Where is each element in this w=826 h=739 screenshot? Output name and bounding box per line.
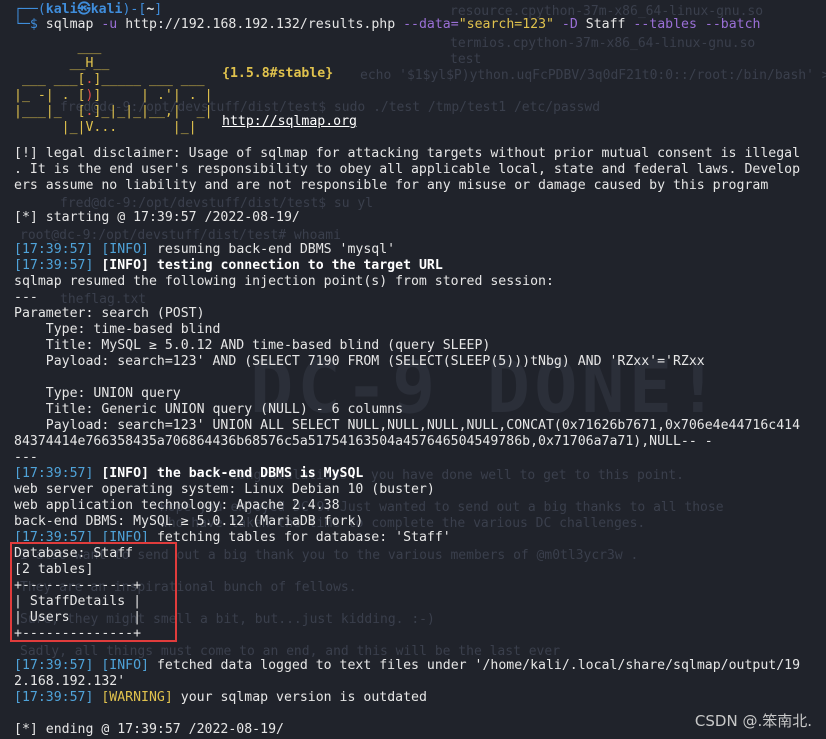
- output-line: Parameter: search (POST): [14, 306, 205, 321]
- log-time: [17:39:57]: [14, 466, 94, 481]
- cmd-url: http://192.168.192.132/results.php: [125, 17, 396, 32]
- log-line: [17:39:57] [WARNING] your sqlmap version…: [14, 690, 427, 706]
- log-line: [17:39:57] [INFO] resuming back-end DBMS…: [14, 242, 395, 258]
- ghost-line: fred@dc-9:/opt/devstuff/dist/test$ su yl: [60, 196, 374, 211]
- cmd-flag-D: -D: [561, 17, 578, 32]
- log-time: [17:39:57]: [14, 242, 94, 257]
- log-tag: [INFO]: [101, 242, 149, 257]
- log-tag: [INFO]: [101, 466, 149, 481]
- log-tag: [INFO]: [101, 658, 149, 673]
- cmd-flag-data: --data=: [403, 17, 459, 32]
- ghost-line: test: [450, 52, 482, 67]
- sqlmap-url-link[interactable]: http://sqlmap.org: [222, 114, 357, 129]
- log-message: fetched data logged to text files under …: [149, 658, 801, 673]
- output-line: Title: MySQL ≥ 5.0.12 AND time-based bli…: [14, 338, 491, 353]
- cmd-bin: sqlmap: [45, 17, 94, 32]
- disclaimer-line: [!] legal disclaimer: Usage of sqlmap fo…: [14, 146, 801, 161]
- cmd-flag-tables: --tables: [633, 17, 697, 32]
- disclaimer-line: ers assume no liability and are not resp…: [14, 178, 769, 193]
- ghost-line: root@dc-9:/opt/devstuff/dist/test# whoam…: [20, 228, 341, 243]
- log-message: the back-end DBMS is MySQL: [149, 466, 364, 481]
- log-line: [17:39:57] [INFO] the back-end DBMS is M…: [14, 466, 363, 482]
- output-line: Type: UNION query: [14, 386, 181, 401]
- csdn-watermark: CSDN @.笨南北.: [694, 712, 812, 730]
- output-line: Payload: search=123' AND (SELECT 7190 FR…: [14, 354, 705, 369]
- log-time: [17:39:57]: [14, 658, 94, 673]
- prompt-user: kali㉿kali: [45, 2, 123, 17]
- ghost-line: Sadly, all things must come to an end, a…: [20, 644, 561, 659]
- sqlmap-version: {1.5.8#stable}: [222, 66, 334, 81]
- cmd-flag-u: -u: [101, 17, 118, 32]
- ending-line: [*] ending @ 17:39:57 /2022-08-19/: [14, 722, 284, 737]
- cmd-db: Staff: [585, 17, 626, 32]
- output-line: web application technology: Apache 2.4.3…: [14, 498, 340, 513]
- ghost-line: termios.cpython-37m-x86_64-linux-gnu.so: [450, 36, 756, 51]
- log-line: [17:39:57] [INFO] fetched data logged to…: [14, 658, 800, 674]
- output-line: web server operating system: Linux Debia…: [14, 482, 435, 497]
- log-message: resuming back-end DBMS 'mysql': [149, 242, 396, 257]
- output-line: 84374414e766358435a706864436b68576c5a517…: [14, 434, 713, 449]
- log-line: [17:39:57] [INFO] testing connection to …: [14, 258, 443, 274]
- ghost-line: theflag.txt: [60, 292, 147, 307]
- disclaimer-line: . It is the end user's responsibility to…: [14, 162, 801, 177]
- output-line: sqlmap resumed the following injection p…: [14, 274, 554, 289]
- log-tag: [WARNING]: [101, 690, 173, 705]
- starting-line: [*] starting @ 17:39:57 /2022-08-19/: [14, 210, 300, 225]
- log-message: fetching tables for database: 'Staff': [149, 530, 451, 545]
- prompt-dir: ~: [146, 2, 155, 17]
- output-line: Type: time-based blind: [14, 322, 221, 337]
- cmd-flag-batch: --batch: [704, 17, 761, 32]
- output-line: Title: Generic UNION query (NULL) - 6 co…: [14, 402, 404, 417]
- output-line: back-end DBMS: MySQL ≥ 5.0.12 (MariaDB f…: [14, 514, 364, 529]
- separator: ---: [14, 450, 38, 465]
- ghost-line: echo '$1$yl$P)ython.uqFcPDBV/3q0dF21t0:0…: [360, 68, 826, 83]
- output-line: Payload: search=123' UNION ALL SELECT NU…: [14, 418, 801, 433]
- log-tag: [INFO]: [101, 258, 149, 273]
- highlight-box: [10, 542, 177, 642]
- shell-prompt: ┌──(kali㉿kali)-[~]: [14, 2, 163, 17]
- command-line[interactable]: └─$ sqlmap -u http://192.168.192.132/res…: [14, 17, 760, 33]
- log-time: [17:39:57]: [14, 258, 94, 273]
- log-time: [17:39:57]: [14, 690, 94, 705]
- log-message: testing connection to the target URL: [149, 258, 443, 273]
- log-message: your sqlmap version is outdated: [172, 690, 427, 705]
- separator: ---: [14, 290, 38, 305]
- sqlmap-logo: ___ __H__ ___ ___[.]_____ ___ ___ |_ -| …: [14, 40, 213, 135]
- output-line: 2.168.192.132': [14, 674, 126, 689]
- cmd-data-value: "search=123": [458, 17, 554, 32]
